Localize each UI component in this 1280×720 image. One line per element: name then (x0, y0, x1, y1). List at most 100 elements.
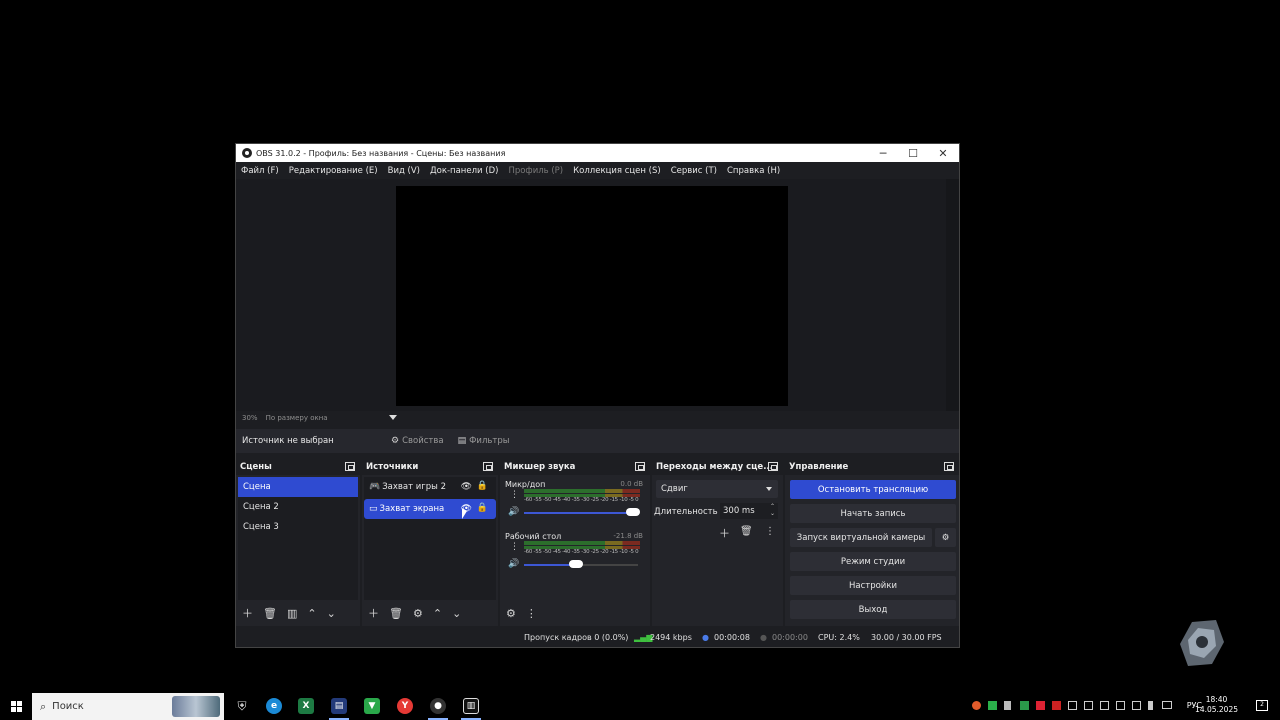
taskbar-obs[interactable]: ● (422, 692, 454, 720)
tray-app-icon[interactable] (1020, 701, 1029, 710)
volume-slider-handle[interactable] (569, 560, 583, 568)
spin-arrows-icon[interactable]: ⌃ ⌄ (770, 503, 775, 517)
taskbar-app-green[interactable]: ▼ (356, 692, 388, 720)
tray-app-icon[interactable] (1148, 701, 1153, 710)
scene-item[interactable]: Сцена 2 (238, 497, 358, 517)
add-source-button[interactable]: ＋ (368, 605, 379, 621)
virtual-camera-button[interactable]: Запуск виртуальной камеры (790, 528, 932, 547)
source-label: Захват игры 2 (382, 482, 446, 492)
volume-slider-handle[interactable] (626, 508, 640, 516)
menu-docks[interactable]: Док-панели (D) (430, 166, 498, 176)
add-scene-button[interactable]: ＋ (242, 605, 253, 621)
channel-menu-icon[interactable]: ⋮ (510, 490, 519, 500)
source-toolbar: Источник не выбран ⚙ Свойства ▤ Фильтры (236, 429, 959, 453)
clock[interactable]: 18:40 14.05.2025 (1195, 695, 1238, 715)
network-icon[interactable] (1162, 701, 1172, 709)
mixer-channels: Микр/доп 0.0 dB ⋮ -60 -55 -50 -45 -40 -3… (502, 477, 648, 600)
tray-app-icon[interactable] (1068, 701, 1077, 710)
taskbar-yandex[interactable]: Y (389, 692, 421, 720)
settings-button[interactable]: Настройки (790, 576, 956, 595)
visibility-eye-icon[interactable]: 👁 (461, 482, 472, 492)
controls-dock-header: Управление (785, 459, 959, 475)
virtual-camera-settings-button[interactable]: ⚙ (935, 528, 956, 547)
lock-icon[interactable]: 🔒 (477, 481, 488, 491)
menu-tools[interactable]: Сервис (T) (671, 166, 717, 176)
preview-canvas[interactable] (396, 186, 788, 406)
menu-help[interactable]: Справка (H) (727, 166, 780, 176)
tray-app-icon[interactable] (1100, 701, 1109, 710)
lock-icon[interactable]: 🔒 (477, 503, 488, 513)
transition-select[interactable]: Сдвиг (656, 480, 778, 498)
mixer-menu-button[interactable]: ⋮ (526, 607, 537, 620)
title-bar[interactable]: OBS 31.0.2 - Профиль: Без названия - Сце… (236, 144, 959, 162)
volume-slider-track[interactable] (576, 564, 638, 566)
remove-transition-button[interactable]: 🗑 (740, 526, 753, 537)
menu-scene-collection[interactable]: Коллекция сцен (S) (573, 166, 661, 176)
undock-icon[interactable] (768, 462, 778, 471)
sources-dock: Источники 🎮 Захват игры 2 👁 🔒 ▭ Захват э… (362, 459, 498, 626)
filters-button[interactable]: ▤ Фильтры (453, 433, 515, 449)
close-button[interactable]: ✕ (928, 144, 958, 162)
undock-icon[interactable] (635, 462, 645, 471)
studio-mode-button[interactable]: Режим студии (790, 552, 956, 571)
start-record-button[interactable]: Начать запись (790, 504, 956, 523)
zoom-mode-select[interactable]: По размеру окна (266, 414, 328, 422)
properties-label: Свойства (402, 436, 444, 446)
duration-spinbox[interactable]: 300 ms ⌃ ⌄ (720, 503, 778, 519)
bitrate: 2494 kbps (650, 633, 692, 642)
exit-button[interactable]: Выход (790, 600, 956, 619)
maximize-button[interactable]: ☐ (898, 144, 928, 162)
scene-item[interactable]: Сцена (238, 477, 358, 497)
channel-menu-icon[interactable]: ⋮ (510, 542, 519, 552)
move-down-button[interactable]: ⌄ (452, 607, 461, 620)
start-button[interactable] (0, 692, 32, 720)
tray-app-icon[interactable] (1004, 701, 1011, 710)
chevron-down-icon[interactable] (389, 415, 397, 420)
taskbar-search[interactable]: ⌕ Поиск (32, 693, 224, 720)
tray-app-icon[interactable] (972, 701, 981, 710)
menu-edit[interactable]: Редактирование (E) (289, 166, 378, 176)
taskbar-excel[interactable]: X (290, 692, 322, 720)
add-transition-button[interactable]: ＋ (719, 525, 730, 541)
tray-app-icon[interactable] (988, 701, 997, 710)
stop-stream-button[interactable]: Остановить трансляцию (790, 480, 956, 499)
speaker-icon[interactable]: 🔊 (508, 507, 519, 517)
remove-source-button[interactable]: 🗑 (389, 607, 403, 620)
preview-scrollbar[interactable] (946, 179, 959, 411)
transitions-title: Переходы между сце... (656, 462, 773, 472)
tray-app-icon[interactable] (1116, 701, 1125, 710)
move-down-button[interactable]: ⌄ (327, 607, 336, 620)
preview-area[interactable] (236, 179, 946, 411)
tray-app-icon[interactable] (1052, 701, 1061, 710)
scene-item[interactable]: Сцена 3 (238, 517, 358, 537)
channel-db: -21.8 dB (613, 532, 643, 540)
transition-menu-button[interactable]: ⋮ (765, 526, 775, 537)
tray-app-icon[interactable] (1132, 701, 1141, 710)
tray-app-icon[interactable] (1084, 701, 1093, 710)
taskbar-edge[interactable]: e (258, 692, 290, 720)
undock-icon[interactable] (345, 462, 355, 471)
properties-button[interactable]: ⚙ Свойства (386, 433, 449, 449)
move-up-button[interactable]: ⌃ (433, 607, 442, 620)
notifications-icon[interactable]: 2 (1256, 700, 1268, 711)
undock-icon[interactable] (944, 462, 954, 471)
speaker-icon[interactable]: 🔊 (508, 559, 519, 569)
minimize-button[interactable]: ─ (868, 144, 898, 162)
scene-filters-button[interactable]: ▥ (287, 607, 297, 620)
move-up-button[interactable]: ⌃ (307, 607, 316, 620)
source-item[interactable]: 🎮 Захват игры 2 👁 🔒 (364, 477, 496, 497)
advanced-audio-button[interactable]: ⚙ (506, 607, 516, 620)
tray-app-icon[interactable] (1036, 701, 1045, 710)
desktop-app-icon[interactable] (1172, 614, 1228, 674)
remove-scene-button[interactable]: 🗑 (263, 607, 277, 620)
volume-slider[interactable] (524, 512, 632, 514)
menu-profile[interactable]: Профиль (P) (508, 166, 563, 176)
source-properties-button[interactable]: ⚙ (413, 607, 423, 620)
source-item[interactable]: ▭ Захват экрана 👁 🔒 (364, 499, 496, 519)
menu-view[interactable]: Вид (V) (388, 166, 420, 176)
taskbar-app-window[interactable]: ▥ (455, 692, 487, 720)
taskbar-security-app[interactable]: ⛨ (226, 692, 258, 720)
taskbar-app[interactable]: ▤ (323, 692, 355, 720)
undock-icon[interactable] (483, 462, 493, 471)
menu-file[interactable]: Файл (F) (241, 166, 279, 176)
